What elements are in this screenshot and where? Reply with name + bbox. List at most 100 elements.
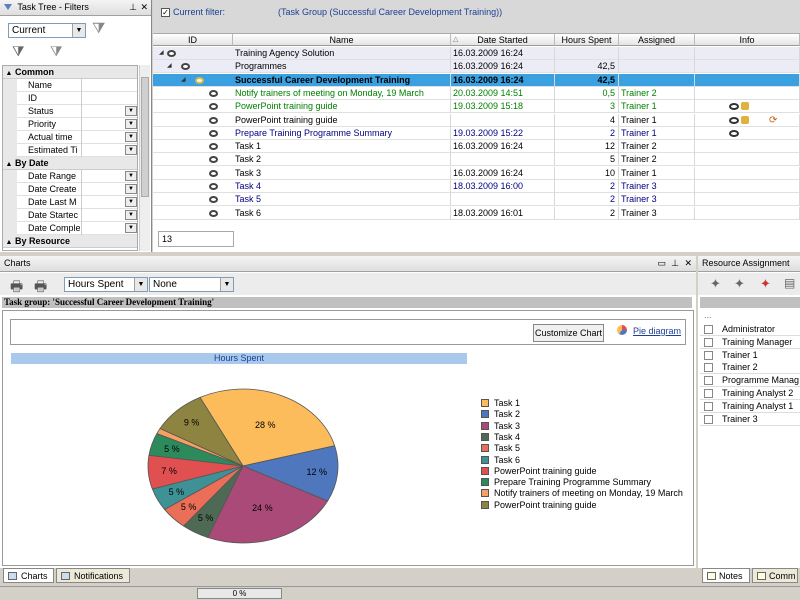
close-icon[interactable]: ✕	[140, 0, 148, 15]
filter-clear-icon[interactable]: ⧩	[92, 20, 110, 38]
assign-icon[interactable]: ✦	[710, 276, 721, 292]
column-header-name[interactable]: Name	[233, 34, 451, 46]
resource-checkbox[interactable]	[704, 363, 713, 373]
hours-spent-cell: 42,5	[555, 60, 619, 74]
table-row[interactable]: PowerPoint training guide 19.03.2009 15:1…	[153, 100, 800, 114]
task-name-cell[interactable]: Programmes	[233, 60, 451, 74]
table-row[interactable]: Notify trainers of meeting on Monday, 19…	[153, 86, 800, 100]
resource-checkbox[interactable]	[704, 389, 713, 398]
tab-charts[interactable]: Charts	[3, 568, 54, 583]
table-row[interactable]: Prepare Training Programme Summary 19.03.…	[153, 126, 800, 140]
filter-group-header[interactable]: ▲ By Date	[3, 157, 137, 170]
table-row[interactable]: Task 1 16.03.2009 16:24 12 Trainer 2	[153, 140, 800, 154]
filter-property-row[interactable]: Date Range ▼	[3, 170, 137, 183]
chevron-down-icon[interactable]: ▼	[125, 106, 137, 116]
resource-checkbox[interactable]	[704, 376, 713, 386]
table-row[interactable]: PowerPoint training guide 4 Trainer 1 ⟳	[153, 113, 800, 127]
close-icon[interactable]: ✕	[684, 256, 692, 271]
resource-checkbox[interactable]	[704, 337, 713, 347]
metric-select[interactable]: Hours Spent ▼	[64, 277, 148, 292]
task-name-cell[interactable]: Prepare Training Programme Summary	[233, 126, 451, 140]
task-name-cell[interactable]: PowerPoint training guide	[233, 113, 451, 127]
table-row[interactable]: Task 6 18.03.2009 16:01 2 Trainer 3	[153, 206, 800, 220]
chevron-down-icon[interactable]: ▼	[125, 210, 137, 220]
resource-checkbox[interactable]	[704, 350, 713, 360]
filter-property-row[interactable]: Date Comple ▼	[3, 222, 137, 235]
task-name-cell[interactable]: Task 3	[233, 166, 451, 180]
filter-scrollbar[interactable]	[139, 65, 150, 251]
resource-row[interactable]: Administrator	[700, 323, 800, 336]
column-header-id[interactable]: ID	[153, 34, 233, 46]
table-row[interactable]: ◢ Programmes 16.03.2009 16:24 42,5	[153, 60, 800, 74]
filter-property-row[interactable]: Estimated Ti ▼	[3, 144, 137, 157]
column-header-date[interactable]: Date Started △	[451, 34, 555, 46]
filter-property-row[interactable]: Status ▼	[3, 105, 137, 118]
tab-notes[interactable]: Notes	[702, 568, 750, 583]
notes-icon[interactable]: ▤	[784, 276, 795, 290]
chevron-down-icon[interactable]: ▼	[125, 145, 137, 155]
assign-all-icon[interactable]: ✦	[734, 276, 745, 292]
unassign-icon[interactable]: ✦	[760, 276, 771, 292]
customize-chart-button[interactable]: Customize Chart	[533, 324, 604, 342]
filter-checkbox[interactable]: ✓	[161, 8, 170, 17]
filter-scroll-thumb[interactable]	[141, 77, 149, 197]
resource-checkbox[interactable]	[704, 401, 713, 411]
resource-checkbox[interactable]	[704, 414, 713, 424]
filter-property-row[interactable]: Date Startec ▼	[3, 209, 137, 222]
expand-icon[interactable]: ◢	[167, 60, 172, 73]
filter-property-row[interactable]: ID	[3, 92, 137, 105]
filter-group-header[interactable]: ▲ By Resource	[3, 235, 137, 249]
resource-row[interactable]: Programme Manag	[700, 374, 800, 388]
filter-add-icon[interactable]: ⧩	[12, 43, 25, 60]
table-row[interactable]: ◢ Training Agency Solution 16.03.2009 16:2…	[153, 47, 800, 60]
resource-row[interactable]: Trainer 1	[700, 348, 800, 362]
resource-row[interactable]: Training Analyst 1	[700, 399, 800, 413]
chevron-down-icon[interactable]: ▼	[125, 197, 137, 207]
task-name-cell[interactable]: Task 5	[233, 193, 451, 207]
window-icon[interactable]: ▭	[657, 256, 666, 271]
chevron-down-icon[interactable]: ▼	[125, 119, 137, 129]
pie-diagram-link[interactable]: Pie diagram	[633, 326, 681, 336]
table-row[interactable]: Task 4 18.03.2009 16:00 2 Trainer 3	[153, 180, 800, 193]
table-row[interactable]: Task 2 5 Trainer 2	[153, 153, 800, 167]
resource-row[interactable]: Trainer 3	[700, 412, 800, 426]
expand-icon[interactable]: ◢	[181, 74, 186, 87]
current-filter-select[interactable]: Current ▼	[8, 23, 86, 38]
pin-icon[interactable]: ⊥	[671, 256, 679, 271]
chevron-down-icon[interactable]: ▼	[125, 223, 137, 233]
collapse-icon[interactable]: ▲	[3, 236, 15, 249]
task-name-cell[interactable]: Task 6	[233, 206, 451, 220]
group-select[interactable]: None ▼	[149, 277, 234, 292]
column-header-assigned[interactable]: Assigned	[619, 34, 695, 46]
table-row[interactable]: ◢ Successful Career Development Training 1…	[153, 73, 800, 87]
task-name-cell[interactable]: Task 4	[233, 180, 451, 193]
tab-notifications[interactable]: Notifications	[56, 568, 130, 583]
tab-comm[interactable]: Comm	[752, 568, 798, 583]
table-row[interactable]: Task 3 16.03.2009 16:24 10 Trainer 1	[153, 166, 800, 180]
filter-remove-icon[interactable]: ⧩	[50, 43, 63, 60]
expand-icon[interactable]: ◢	[159, 47, 164, 60]
resource-row[interactable]: Trainer 2	[700, 361, 800, 375]
task-name-cell[interactable]: PowerPoint training guide	[233, 100, 451, 114]
task-name-cell[interactable]: Task 2	[233, 153, 451, 167]
filter-property-row[interactable]: Actual time ▼	[3, 131, 137, 144]
task-name-cell[interactable]: Training Agency Solution	[233, 47, 451, 60]
table-row[interactable]: Task 5 2 Trainer 3	[153, 193, 800, 207]
column-header-info[interactable]: Info	[695, 34, 800, 46]
chevron-down-icon[interactable]: ▼	[125, 184, 137, 194]
filter-property-row[interactable]: Priority ▼	[3, 118, 137, 131]
task-name-cell[interactable]: Notify trainers of meeting on Monday, 19…	[233, 86, 451, 100]
task-name-cell[interactable]: Successful Career Development Training	[233, 73, 451, 87]
filter-group-header[interactable]: ▲ Common	[3, 66, 137, 79]
resource-row[interactable]: Training Manager	[700, 335, 800, 349]
column-header-hours[interactable]: Hours Spent	[555, 34, 619, 46]
filter-property-row[interactable]: Name	[3, 79, 137, 92]
chevron-down-icon[interactable]: ▼	[125, 171, 137, 181]
resource-checkbox[interactable]	[704, 325, 713, 334]
filter-property-row[interactable]: Date Last M ▼	[3, 196, 137, 209]
task-name-cell[interactable]: Task 1	[233, 140, 451, 154]
resource-row[interactable]: Training Analyst 2	[700, 387, 800, 400]
chevron-down-icon[interactable]: ▼	[125, 132, 137, 142]
filter-property-row[interactable]: Date Create ▼	[3, 183, 137, 196]
pin-icon[interactable]: ⊥	[129, 0, 137, 15]
